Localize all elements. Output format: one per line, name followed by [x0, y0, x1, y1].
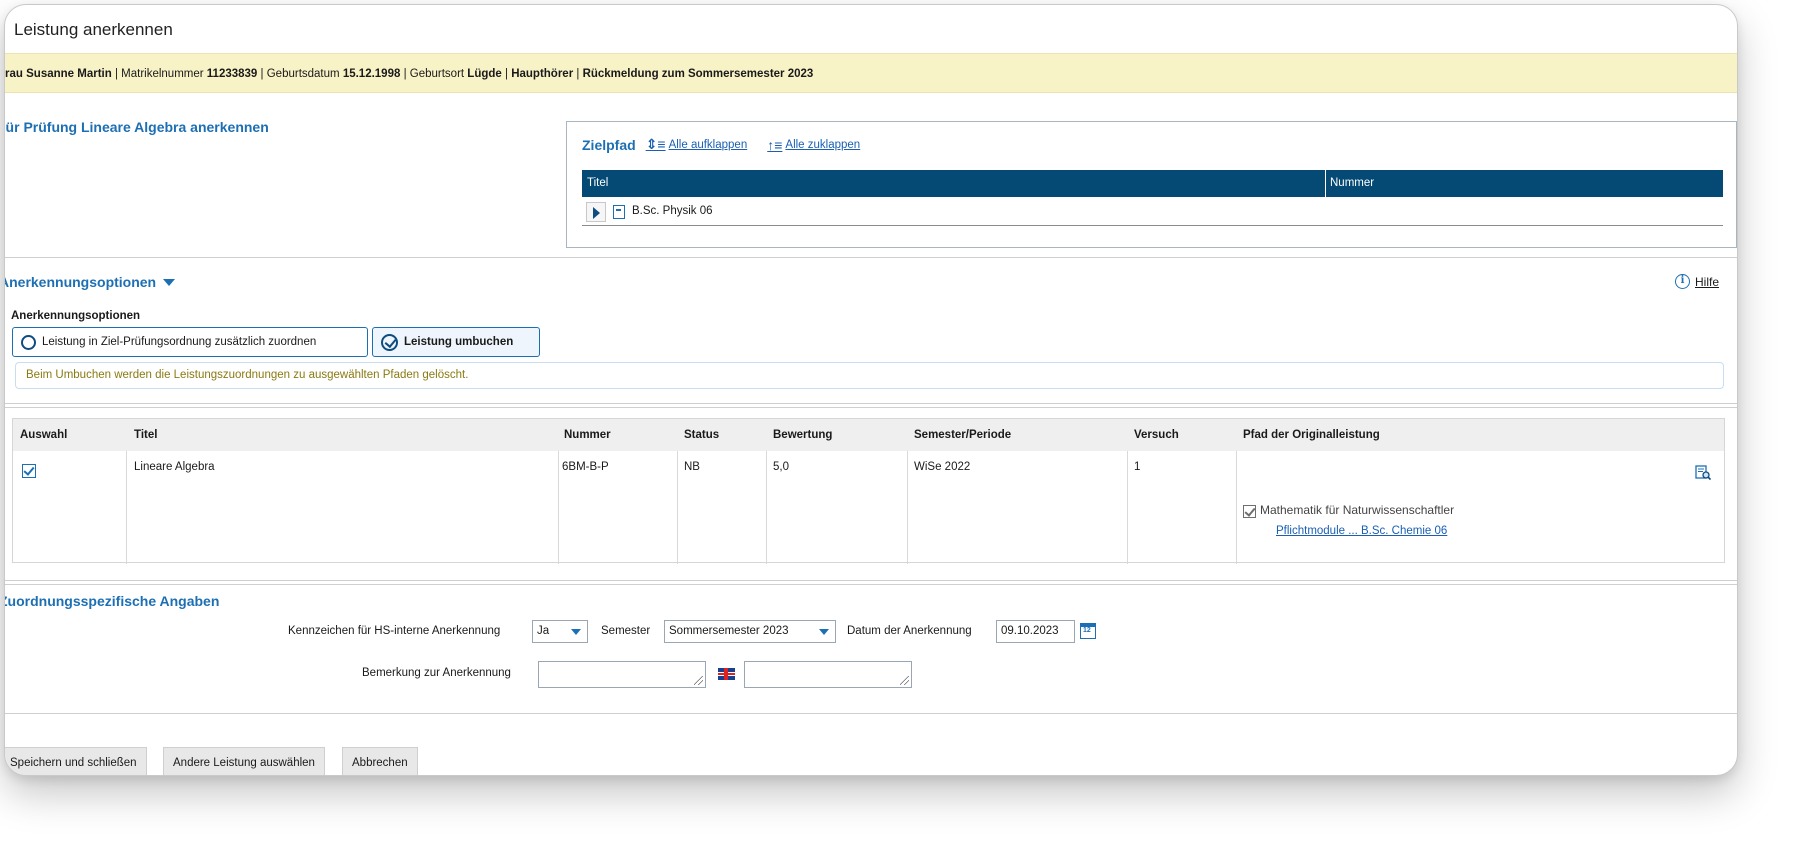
cell-titel: Lineare Algebra	[134, 461, 215, 473]
collapse-all-label: Alle zuklappen	[785, 138, 861, 151]
expand-all-icon: ⇕≡	[645, 136, 666, 152]
cell-status: NB	[684, 461, 700, 473]
option-zusaetzlich-label: Leistung in Ziel-Prüfungsordnung zusätzl…	[42, 336, 317, 348]
rueckmeldung-status: Rückmeldung zum Sommersemester 2023	[582, 68, 814, 80]
header-versuch: Versuch	[1134, 429, 1179, 441]
bemerkung-label: Bemerkung zur Anerkennung	[362, 667, 511, 679]
umbuchen-note: Beim Umbuchen werden die Leistungszuordn…	[15, 362, 1724, 389]
radio-unchecked-icon	[21, 334, 36, 350]
tree-row-label: B.Sc. Physik 06	[632, 205, 713, 217]
col-titel: Titel	[587, 177, 609, 189]
header-titel: Titel	[134, 429, 158, 441]
window-title: Leistung anerkennen	[14, 20, 173, 39]
geburtsort-label: Geburtsort	[409, 68, 465, 80]
info-icon: i	[1674, 274, 1690, 289]
student-salutation: Frau	[5, 68, 23, 80]
other-leistung-button[interactable]: Andere Leistung auswählen	[163, 747, 325, 775]
header-status: Status	[684, 429, 720, 441]
bemerkung-en-textarea[interactable]	[744, 661, 912, 688]
table-header: Auswahl Titel Nummer Status Bewertung Se…	[13, 419, 1724, 451]
expand-all-button[interactable]: ⇕≡ Alle aufklappen	[646, 136, 748, 153]
row-select-checkbox[interactable]	[22, 464, 36, 478]
cell-nummer: 6BM-B-P	[562, 461, 609, 473]
pfad-checkbox-icon	[1243, 505, 1256, 518]
header-semester: Semester/Periode	[914, 429, 1012, 441]
semester-value: Sommersemester 2023	[669, 625, 789, 637]
zielpfad-title: Zielpfad	[582, 136, 636, 153]
geburtsdatum-value: 15.12.1998	[342, 68, 401, 80]
geburtsort-value: Lügde	[467, 68, 502, 80]
zuordnung-title: Zuordnungsspezifische Angaben	[4, 593, 220, 609]
bemerkung-textarea[interactable]	[538, 661, 706, 688]
semester-label: Semester	[601, 625, 651, 637]
semester-select[interactable]: Sommersemester 2023	[664, 620, 836, 643]
cancel-button[interactable]: Abbrechen	[342, 747, 418, 775]
save-and-close-button[interactable]: Speichern und schließen	[5, 747, 147, 775]
matrikel-label: Matrikelnummer	[121, 68, 204, 80]
dropdown-arrow-icon	[819, 629, 829, 635]
help-label: Hilfe	[1694, 274, 1719, 289]
student-name: Susanne Martin	[26, 68, 112, 80]
col-nummer: Nummer	[1330, 177, 1375, 189]
header-bewertung: Bewertung	[773, 429, 833, 441]
tree-row[interactable]: B.Sc. Physik 06	[582, 198, 1723, 226]
help-link[interactable]: i Hilfe	[1674, 274, 1719, 289]
matrikel-value: 11233839	[206, 68, 258, 80]
radio-checked-icon	[381, 333, 398, 351]
student-info-bar: Frau Susanne Martin | Matrikelnummer 112…	[5, 53, 1737, 93]
zielpfad-panel: Zielpfad ⇕≡ Alle aufklappen ↑≡ Alle zukl…	[566, 121, 1737, 248]
cell-semester: WiSe 2022	[914, 461, 971, 473]
button-bar: Speichern und schließen Andere Leistung …	[5, 747, 1737, 775]
cell-bewertung: 5,0	[773, 461, 789, 473]
kennzeichen-label: Kennzeichen für HS-interne Anerkennung	[288, 625, 501, 637]
zuordnung-section: Zuordnungsspezifische Angaben Kennzeiche…	[5, 585, 1737, 715]
document-icon	[613, 205, 625, 219]
options-group-label: Anerkennungsoptionen	[11, 310, 141, 322]
expand-arrow-icon[interactable]	[586, 202, 606, 222]
uk-flag-icon	[718, 668, 735, 680]
pfad-original-label: Mathematik für Naturwissenschaftler	[1260, 503, 1455, 517]
kennzeichen-value: Ja	[537, 625, 550, 637]
expand-all-label: Alle aufklappen	[668, 138, 748, 151]
leistungen-table: Auswahl Titel Nummer Status Bewertung Se…	[12, 418, 1725, 564]
calendar-icon[interactable]	[1080, 623, 1096, 639]
header-pfad: Pfad der Originalleistung	[1243, 429, 1380, 441]
anerkennungsoptionen-section: Anerkennungsoptionen i Hilfe Anerkennung…	[5, 257, 1737, 401]
header-nummer: Nummer	[564, 429, 611, 441]
option-umbuchen-label: Leistung umbuchen	[404, 336, 514, 348]
dialog-window: Leistung anerkennen Frau Susanne Martin …	[4, 4, 1738, 776]
zielpfad-header: Zielpfad ⇕≡ Alle aufklappen ↑≡ Alle zukl…	[582, 136, 880, 153]
collapse-all-button[interactable]: ↑≡ Alle zuklappen	[767, 137, 860, 153]
geburtsdatum-label: Geburtsdatum	[266, 68, 340, 80]
pruefung-title: Für Prüfung Lineare Algebra anerkennen	[4, 119, 269, 135]
option-zusaetzlich-zuordnen[interactable]: Leistung in Ziel-Prüfungsordnung zusätzl…	[12, 327, 368, 357]
zielpfad-table-header: Titel Nummer	[582, 170, 1723, 197]
hoerer-status: Haupthörer	[511, 68, 574, 80]
pfad-original-link[interactable]: Pflichtmodule ... B.Sc. Chemie 06	[1276, 525, 1447, 537]
kennzeichen-select[interactable]: Ja	[532, 620, 588, 643]
datum-input[interactable]: 09.10.2023	[996, 620, 1075, 643]
collapse-all-icon: ↑≡	[767, 136, 783, 153]
title-bar: Leistung anerkennen	[5, 5, 1737, 53]
dropdown-arrow-icon	[571, 629, 581, 635]
option-umbuchen[interactable]: Leistung umbuchen	[372, 327, 540, 357]
chevron-down-icon	[163, 278, 176, 286]
datum-label: Datum der Anerkennung	[847, 625, 972, 637]
header-auswahl: Auswahl	[20, 429, 68, 441]
cell-versuch: 1	[1134, 461, 1141, 473]
options-toggle-label: Anerkennungsoptionen	[4, 274, 157, 290]
options-toggle[interactable]: Anerkennungsoptionen	[4, 274, 176, 290]
detail-search-icon[interactable]	[1695, 465, 1711, 481]
datum-value: 09.10.2023	[1001, 625, 1059, 637]
